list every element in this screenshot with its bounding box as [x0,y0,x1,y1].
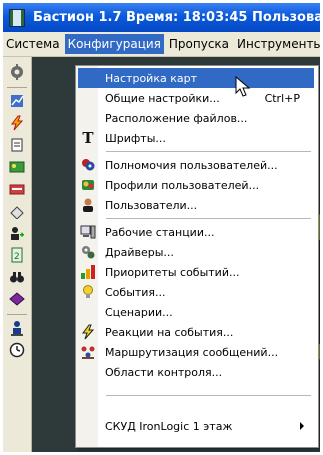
title-bar[interactable]: Бастион 1.7 Время: 18:03:45 Пользователь [3,3,320,32]
menu-item-user-rights[interactable]: Полномочия пользователей... [78,155,314,175]
menu-separator [106,151,311,152]
book-icon[interactable] [8,290,26,308]
priority-icon [80,264,96,280]
toolbar-separator [7,314,27,315]
eraser-icon[interactable] [8,202,26,220]
menu-item-events[interactable]: События... [78,282,314,302]
window-title: Бастион 1.7 Время: 18:03:45 Пользователь [33,10,320,25]
submenu-arrow-icon [300,422,304,430]
event-icon [80,284,96,300]
user-rights-icon [80,157,96,173]
menu-item-general-settings[interactable]: Общие настройки... Ctrl+P [78,88,314,108]
menu-configuration[interactable]: Конфигурация [64,34,164,54]
document-icon[interactable] [8,136,26,154]
menu-passes[interactable]: Пропуска [166,34,232,54]
card-icon[interactable] [8,180,26,198]
svg-text:2: 2 [14,252,20,262]
menu-item-drivers[interactable]: Драйверы... [78,242,314,262]
menu-item-icon-placeholder [80,304,96,320]
menu-system[interactable]: Система [3,34,63,54]
user-profiles-icon [80,177,96,193]
menu-item-workstations[interactable]: Рабочие станции... [78,222,314,242]
binoculars-icon[interactable] [8,268,26,286]
menu-item-map-settings[interactable]: Настройка карт [78,68,314,88]
menu-item-scenarios[interactable]: Сценарии... [78,302,314,322]
clock-icon[interactable] [8,341,26,359]
reaction-icon [80,324,96,340]
page-icon[interactable]: 2 [8,246,26,264]
menu-item-icon-placeholder [80,90,96,106]
menu-item-icon-placeholder [80,70,96,86]
gear-icon[interactable] [8,63,26,81]
menu-item-event-priorities[interactable]: Приоритеты событий... [78,262,314,282]
menu-item-file-locations[interactable]: Расположение файлов... [78,108,314,128]
menu-item-event-reactions[interactable]: Реакции на события... [78,322,314,342]
menu-item-users[interactable]: Пользователи... [78,195,314,215]
menu-item-icon-placeholder [80,364,96,380]
app-logo-icon [9,8,25,27]
image-icon[interactable] [8,158,26,176]
menu-item-fonts[interactable]: T Шрифты... [78,128,314,148]
routing-icon [80,344,96,360]
menu-item-message-routing[interactable]: Маршрутизация сообщений... [78,342,314,362]
chart-icon[interactable] [8,92,26,110]
lightning-icon[interactable] [8,114,26,132]
menu-item-icon-placeholder [80,418,96,434]
app-window: Бастион 1.7 Время: 18:03:45 Пользователь… [3,3,320,452]
person-plus-icon[interactable] [8,224,26,242]
font-icon: T [82,129,94,147]
side-toolbar: 2 [3,57,32,452]
workstation-icon [80,224,96,240]
menu-item-control-areas[interactable]: Области контроля... [78,362,314,382]
users-icon [80,197,96,213]
menu-separator [106,218,311,219]
menu-separator [106,395,311,396]
person-icon[interactable] [8,319,26,337]
menu-bar: Система Конфигурация Пропуска Инструмент… [3,32,320,57]
driver-icon [80,244,96,260]
menu-item-icon-placeholder [80,110,96,126]
toolbar-separator [7,87,27,88]
menu-item-user-profiles[interactable]: Профили пользователей... [78,175,314,195]
menu-tools[interactable]: Инструменты [234,34,320,54]
configuration-dropdown-menu: Настройка карт Общие настройки... Ctrl+P… [75,65,319,448]
mouse-cursor-icon [235,76,251,97]
shortcut-label: Ctrl+P [264,91,300,105]
menu-item-skud-ironlogic[interactable]: СКУД IronLogic 1 этаж [78,416,314,436]
